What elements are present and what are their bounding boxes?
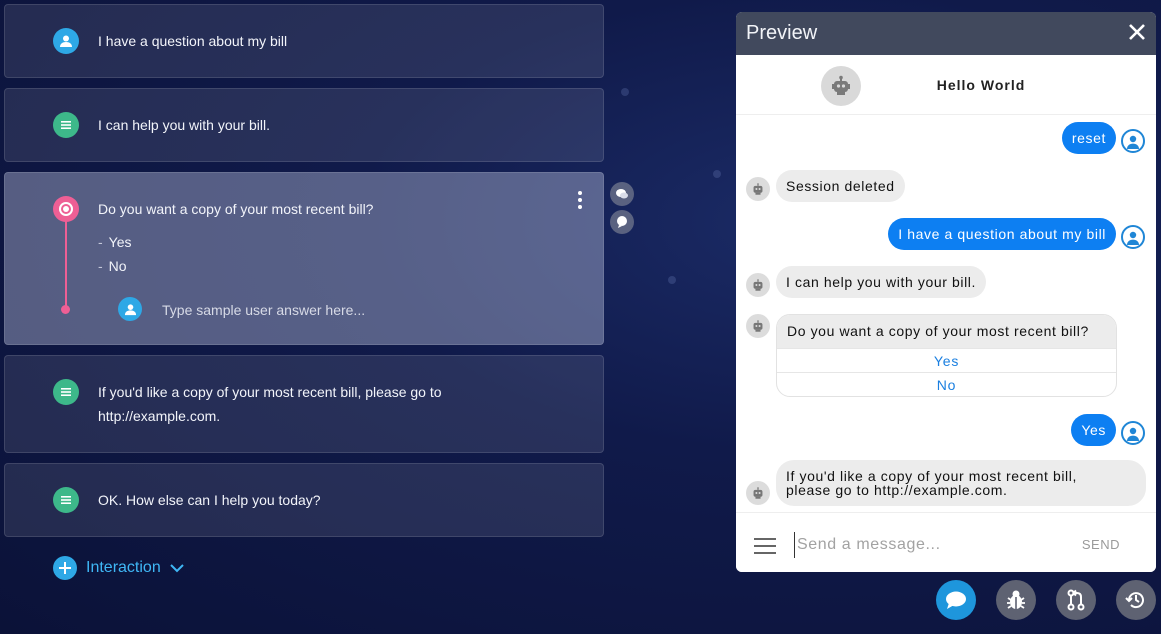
interaction-card-bot[interactable]: If you'd like a copy of your most recent… [4, 355, 604, 453]
user-avatar-icon [1121, 225, 1145, 249]
preview-header: Preview [736, 12, 1156, 55]
background-decoration [668, 276, 676, 284]
card-text: OK. How else can I help you today? [98, 492, 321, 508]
close-icon[interactable] [1127, 22, 1147, 42]
bot-message-icon [53, 112, 79, 138]
card-text: If you'd like a copy of your most recent… [98, 384, 442, 400]
more-options-icon[interactable] [577, 191, 583, 209]
bot-message-icon [53, 487, 79, 513]
interaction-card-bot[interactable]: I can help you with your bill. [4, 88, 604, 162]
plus-icon [53, 556, 77, 580]
chat-bubbles-icon[interactable] [610, 182, 634, 206]
bot-avatar-icon [746, 177, 770, 201]
bug-icon[interactable] [996, 580, 1036, 620]
preview-panel: Preview Hello World reset Session delete… [736, 12, 1156, 572]
sample-answer-input[interactable] [162, 299, 462, 321]
quick-reply-no[interactable]: No [777, 372, 1116, 396]
send-button[interactable]: SEND [1082, 537, 1120, 552]
bot-message: If you'd like a copy of your most recent… [776, 460, 1146, 506]
user-message: Yes [1071, 414, 1116, 446]
quick-reply-card: Do you want a copy of your most recent b… [776, 314, 1117, 397]
bot-message-line: please go to http://example.com. [786, 482, 1008, 498]
add-interaction-button[interactable]: Interaction [53, 556, 184, 580]
prompt-option: - No [98, 258, 127, 274]
chevron-down-icon [170, 564, 184, 573]
merge-icon[interactable] [1056, 580, 1096, 620]
prompt-icon [53, 196, 79, 222]
bot-avatar-icon [746, 314, 770, 338]
card-text: I have a question about my bill [98, 33, 288, 49]
chat-icon[interactable] [936, 580, 976, 620]
add-interaction-label: Interaction [86, 559, 161, 576]
interaction-card-prompt[interactable]: Do you want a copy of your most recent b… [4, 172, 604, 345]
bot-message: I can help you with your bill. [776, 266, 986, 298]
history-icon[interactable] [1116, 580, 1156, 620]
bot-name: Hello World [936, 77, 1026, 93]
message-list[interactable]: reset Session deleted I have a question … [736, 115, 1156, 510]
quick-reply-yes[interactable]: Yes [777, 348, 1116, 372]
bot-avatar-icon [746, 273, 770, 297]
background-decoration [713, 170, 721, 178]
bot-message-icon [53, 379, 79, 405]
prompt-connector-line [65, 221, 67, 307]
message-input[interactable] [794, 532, 1064, 558]
interaction-card-user[interactable]: I have a question about my bill [4, 4, 604, 78]
preview-title: Preview [746, 22, 818, 44]
user-icon [118, 297, 142, 321]
user-message: reset [1061, 122, 1116, 154]
message-composer: SEND [736, 512, 1156, 572]
user-avatar-icon [1121, 129, 1145, 153]
interaction-card-bot[interactable]: OK. How else can I help you today? [4, 463, 604, 537]
bot-avatar-icon [746, 481, 770, 505]
bot-message: Session deleted [776, 170, 905, 202]
user-avatar-icon [1121, 421, 1145, 445]
bot-message-line: If you'd like a copy of your most recent… [786, 468, 1077, 484]
user-icon [53, 28, 79, 54]
prompt-connector-dot [61, 305, 70, 314]
bot-header: Hello World [736, 55, 1156, 115]
prompt-option: - Yes [98, 234, 132, 250]
card-text: Do you want a copy of your most recent b… [98, 201, 374, 217]
card-text: http://example.com. [98, 408, 221, 424]
menu-icon[interactable] [754, 538, 776, 554]
card-text: I can help you with your bill. [98, 117, 270, 133]
bot-message: Do you want a copy of your most recent b… [777, 315, 1116, 348]
background-decoration [621, 88, 629, 96]
user-message: I have a question about my bill [888, 218, 1116, 250]
speech-bubble-icon[interactable] [610, 210, 634, 234]
